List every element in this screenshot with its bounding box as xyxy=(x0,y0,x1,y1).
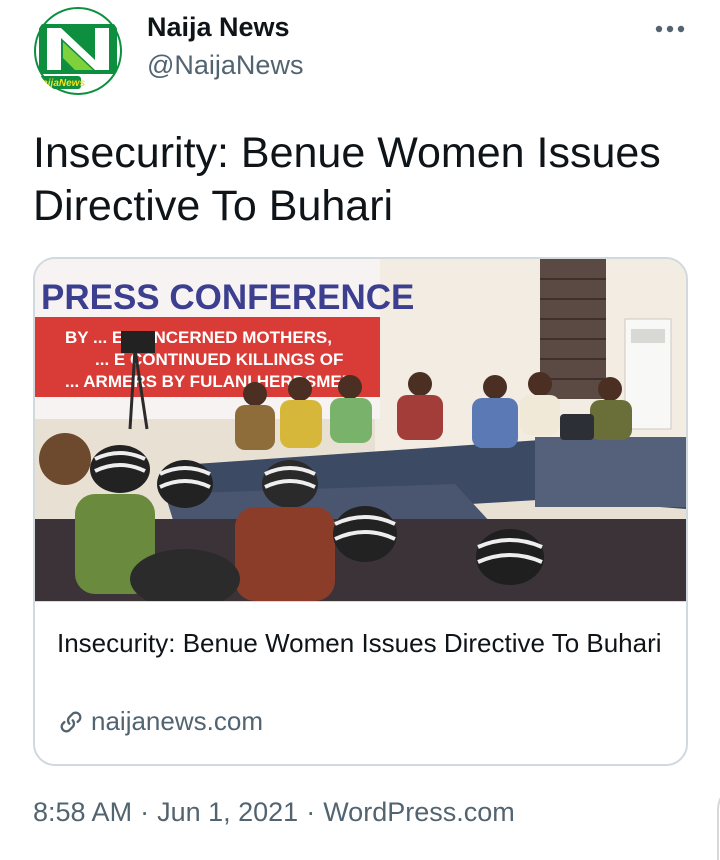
partial-button-edge xyxy=(717,797,720,860)
card-image: PRESS CONFERENCE BY ... E CONCERNED MOTH… xyxy=(35,259,686,601)
tweet-date[interactable]: Jun 1, 2021 xyxy=(157,797,298,827)
separator-dot: · xyxy=(306,797,316,827)
banner-line-3: ... ARMERS BY FULANI HERDSMEN. xyxy=(65,372,359,391)
card-domain-row[interactable]: naijanews.com xyxy=(57,706,263,737)
card-divider xyxy=(35,601,686,602)
banner-headline: PRESS CONFERENCE xyxy=(41,278,414,317)
naija-news-logo-icon: NaijaNews xyxy=(33,6,123,96)
author-handle[interactable]: @NaijaNews xyxy=(147,50,303,81)
card-domain: naijanews.com xyxy=(91,706,263,736)
tweet-text: Insecurity: Benue Women Issues Directive… xyxy=(33,129,661,230)
link-preview-card[interactable]: PRESS CONFERENCE BY ... E CONCERNED MOTH… xyxy=(33,257,688,766)
link-icon xyxy=(60,711,82,732)
banner-line-1: BY ... E CONCERNED MOTHERS, xyxy=(65,328,332,347)
tweet-source[interactable]: WordPress.com xyxy=(323,797,515,827)
author-avatar[interactable]: NaijaNews xyxy=(33,6,123,96)
tweet-time[interactable]: 8:58 AM xyxy=(33,797,132,827)
tweet-timestamp: 8:58 AM · Jun 1, 2021 · WordPress.com xyxy=(33,797,515,828)
more-dots-icon[interactable] xyxy=(652,17,688,41)
separator-dot: · xyxy=(140,797,150,827)
author-name[interactable]: Naija News xyxy=(147,12,290,43)
avatar-logo-text: NaijaNews xyxy=(35,78,85,89)
card-title[interactable]: Insecurity: Benue Women Issues Directive… xyxy=(57,624,667,662)
